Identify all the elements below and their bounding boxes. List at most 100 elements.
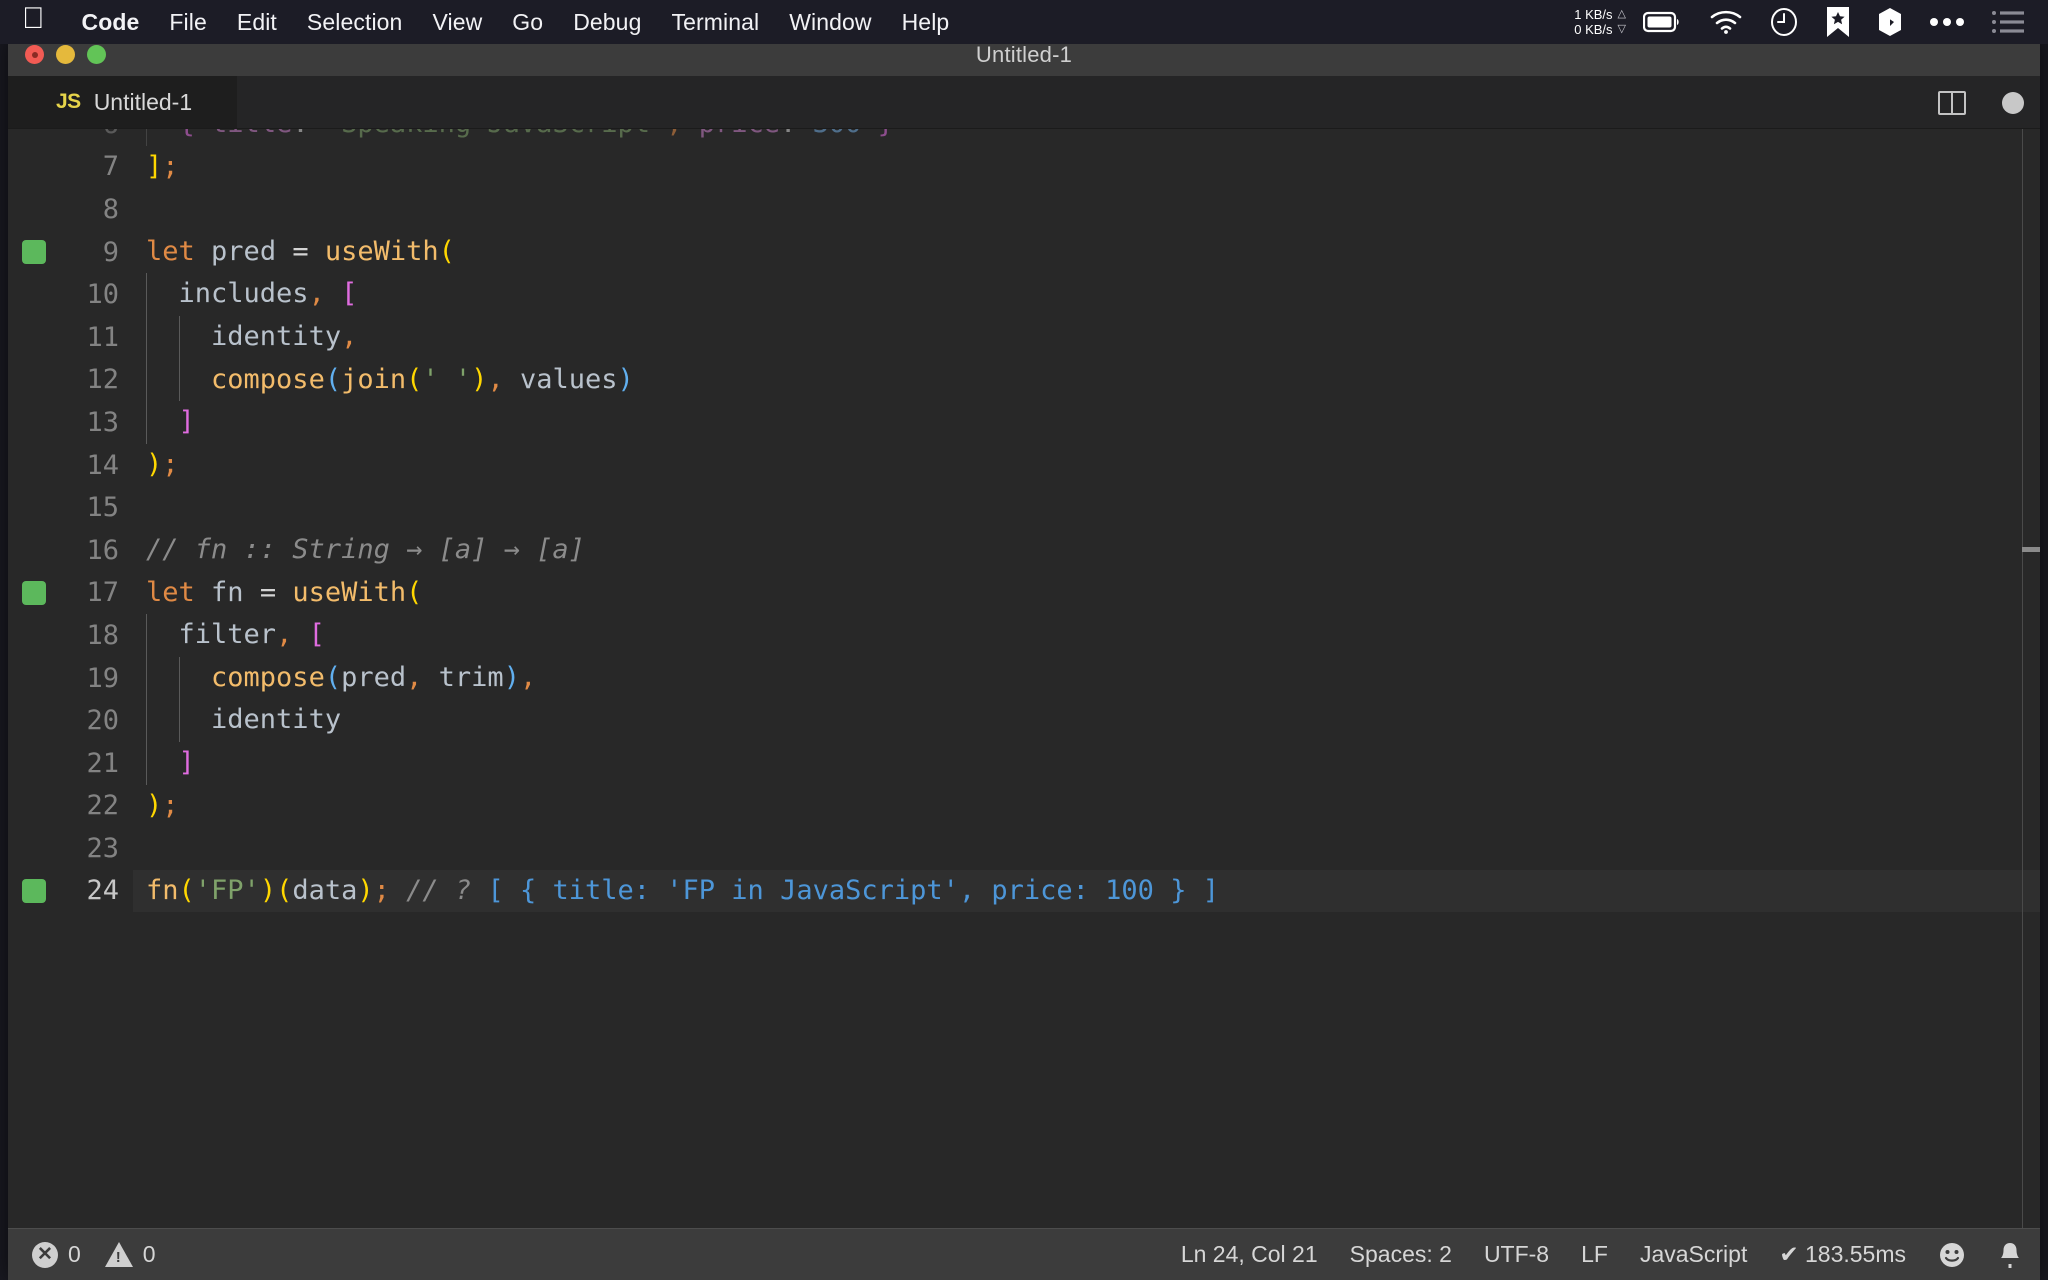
error-count: 0 <box>68 1241 81 1267</box>
cursor-position[interactable]: Ln 24, Col 21 <box>1181 1241 1318 1268</box>
code-line-8[interactable]: 8 <box>8 188 2040 231</box>
warning-icon[interactable] <box>104 1242 133 1267</box>
menu-item-window[interactable]: Window <box>774 9 886 36</box>
token-compose: compose <box>211 661 325 693</box>
battery-icon[interactable] <box>1643 10 1683 34</box>
menu-item-view[interactable]: View <box>417 9 497 36</box>
token-data: data <box>292 874 358 906</box>
clock-icon[interactable] <box>1769 7 1799 37</box>
code-line-22[interactable]: 22 ); <box>8 785 2040 828</box>
tab-bar-actions <box>1938 76 2024 129</box>
code-line-15[interactable]: 15 <box>8 486 2040 529</box>
wifi-icon[interactable] <box>1709 9 1743 35</box>
line-number: 16 <box>86 534 119 566</box>
ellipsis-icon[interactable] <box>1929 16 1965 28</box>
line-number: 23 <box>86 832 119 864</box>
network-download-speed: 0 KB/s <box>1574 22 1613 37</box>
status-bar-left: ✕ 0 0 <box>8 1241 170 1268</box>
code-line-content: compose(join(' '), values) <box>133 358 2040 402</box>
unsaved-indicator-icon[interactable] <box>2002 91 2024 114</box>
token-pred: pred <box>341 661 407 693</box>
code-line-9[interactable]: 9 let pred = useWith( <box>8 231 2040 274</box>
line-number: 10 <box>86 279 119 311</box>
minimize-button[interactable] <box>56 45 75 64</box>
menu-item-file[interactable]: File <box>154 9 221 36</box>
line-number: 18 <box>86 619 119 651</box>
code-line-21[interactable]: 21 ] <box>8 741 2040 785</box>
overview-ruler-marker <box>2022 547 2040 552</box>
code-line-10[interactable]: 10 includes, [ <box>8 273 2040 316</box>
code-line-14[interactable]: 14 ); <box>8 444 2040 487</box>
close-button[interactable] <box>25 45 44 64</box>
token-filter: filter <box>178 619 277 651</box>
line-number: 22 <box>86 790 119 822</box>
menu-item-code[interactable]: Code <box>67 9 155 36</box>
menu-item-help[interactable]: Help <box>887 9 965 36</box>
vscode-window: Untitled-1 JS Untitled-1 6 { title: 'Spe… <box>8 33 2040 1280</box>
token-let: let <box>146 235 195 267</box>
warning-count: 0 <box>142 1241 156 1267</box>
menu-item-go[interactable]: Go <box>497 9 558 36</box>
code-line-16[interactable]: 16 // fn :: String → [a] → [a] <box>8 529 2040 572</box>
quokka-runtime[interactable]: ✔ 183.55ms <box>1779 1241 1906 1268</box>
token-includes: includes <box>178 278 309 310</box>
code-line-11[interactable]: 11 identity, <box>8 315 2040 359</box>
token-trim: trim <box>438 661 504 693</box>
code-line-content: compose(pred, trim), <box>133 656 2040 700</box>
window-title: Untitled-1 <box>975 41 1073 67</box>
indentation[interactable]: Spaces: 2 <box>1350 1241 1452 1268</box>
apple-logo-icon[interactable]:  <box>22 4 45 34</box>
bookmark-star-icon[interactable] <box>1825 6 1851 38</box>
end-of-line[interactable]: LF <box>1581 1241 1608 1268</box>
token-values: values <box>519 363 618 395</box>
code-line-content <box>133 827 2040 870</box>
language-mode[interactable]: JavaScript <box>1640 1241 1747 1268</box>
split-editor-icon[interactable] <box>1938 90 1966 115</box>
encoding[interactable]: UTF-8 <box>1484 1241 1549 1268</box>
smiley-icon[interactable] <box>1938 1241 1966 1269</box>
line-number: 19 <box>86 662 119 694</box>
code-line-content: includes, [ <box>133 273 2040 316</box>
network-speed-indicator[interactable]: 1 KB/s 0 KB/s △ ▽ <box>1574 7 1626 37</box>
token-equals: = <box>259 576 277 608</box>
code-line-13[interactable]: 13 ] <box>8 401 2040 444</box>
menu-item-edit[interactable]: Edit <box>222 9 292 36</box>
token-title-value: 'Speaking JavaScript' <box>325 129 666 139</box>
tab-untitled-1[interactable]: JS Untitled-1 <box>8 76 238 128</box>
line-number: 7 <box>102 151 119 183</box>
menu-item-debug[interactable]: Debug <box>558 9 656 36</box>
menu-bar-tray: 1 KB/s 0 KB/s △ ▽ <box>1574 0 2038 44</box>
upload-arrow-icon: △ <box>1617 8 1626 20</box>
menu-item-selection[interactable]: Selection <box>292 9 418 36</box>
code-line-7[interactable]: 7 ]; <box>8 146 2040 189</box>
code-line-23[interactable]: 23 <box>8 827 2040 870</box>
line-number: 12 <box>86 364 119 396</box>
line-number: 6 <box>8 129 133 140</box>
menu-item-terminal[interactable]: Terminal <box>656 9 774 36</box>
code-line-6[interactable]: 6 { title: 'Speaking JavaScript', price:… <box>8 129 2040 146</box>
code-line-content: let fn = useWith( <box>146 576 423 608</box>
network-upload-speed: 1 KB/s <box>1574 7 1613 22</box>
code-line-12[interactable]: 12 compose(join(' '), values) <box>8 358 2040 402</box>
code-line-24[interactable]: 24 fn('FP')(data); // ? [ { title: 'FP i… <box>8 869 2040 913</box>
code-editor[interactable]: 6 { title: 'Speaking JavaScript', price:… <box>8 129 2040 1228</box>
line-number: 21 <box>86 747 119 779</box>
code-line-17[interactable]: 17 let fn = useWith( <box>8 572 2040 615</box>
code-line-20[interactable]: 20 identity <box>8 699 2040 742</box>
line-number: 20 <box>86 705 119 737</box>
maximize-button[interactable] <box>87 45 106 64</box>
error-icon[interactable]: ✕ <box>32 1241 58 1268</box>
editor-overview-ruler[interactable] <box>2022 129 2040 1228</box>
token-fp-string: 'FP' <box>194 874 260 906</box>
bell-icon[interactable] <box>1998 1241 2022 1269</box>
shape-icon[interactable] <box>1877 7 1903 37</box>
token-title-key: title <box>211 129 292 139</box>
line-number: 8 <box>102 193 119 225</box>
code-line-19[interactable]: 19 compose(pred, trim), <box>8 656 2040 700</box>
line-number: 15 <box>86 492 119 524</box>
token-usewith: useWith <box>292 576 407 608</box>
list-icon[interactable] <box>1991 9 2025 35</box>
code-line-18[interactable]: 18 filter, [ <box>8 614 2040 657</box>
token-compose: compose <box>211 363 325 395</box>
code-line-content: ); <box>146 789 179 821</box>
